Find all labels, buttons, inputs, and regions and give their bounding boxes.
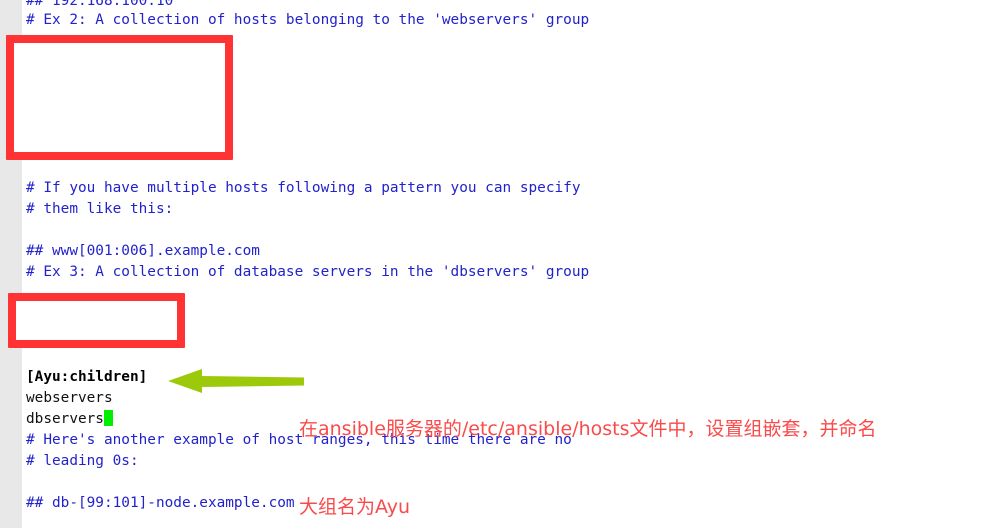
webservers-group-highlight-box — [6, 35, 233, 160]
chinese-annotation-text: 在ansible服务器的/etc/ansible/hosts文件中，设置组嵌套，… — [299, 364, 999, 528]
highlight-box-fill — [16, 301, 177, 340]
code-line: # Ex 2: A collection of hosts belonging … — [26, 12, 590, 28]
code-line: # them like this: — [26, 201, 174, 217]
dbservers-group-highlight-box — [8, 293, 185, 348]
annotation-line-2: 大组名为Ayu — [299, 496, 410, 518]
code-line: ## db-[99:101]-node.example.com — [26, 495, 295, 511]
code-line: # Ex 3: A collection of database servers… — [26, 264, 590, 280]
code-line: # leading 0s: — [26, 453, 139, 469]
screenshot-root: ## 192.168.100.10 # Ex 2: A collection of… — [0, 0, 1002, 528]
code-line: webservers — [26, 390, 113, 406]
callout-arrow-icon — [168, 368, 304, 394]
text-cursor — [103, 410, 113, 426]
code-line: [Ayu:children] — [26, 369, 148, 385]
highlight-box-fill — [14, 43, 225, 152]
code-line: # If you have multiple hosts following a… — [26, 180, 581, 196]
code-line-text: dbservers — [26, 411, 104, 427]
code-line: ## www[001:006].example.com — [26, 243, 260, 259]
annotation-line-1: 在ansible服务器的/etc/ansible/hosts文件中，设置组嵌套，… — [299, 418, 877, 440]
code-line: dbservers — [26, 409, 113, 430]
